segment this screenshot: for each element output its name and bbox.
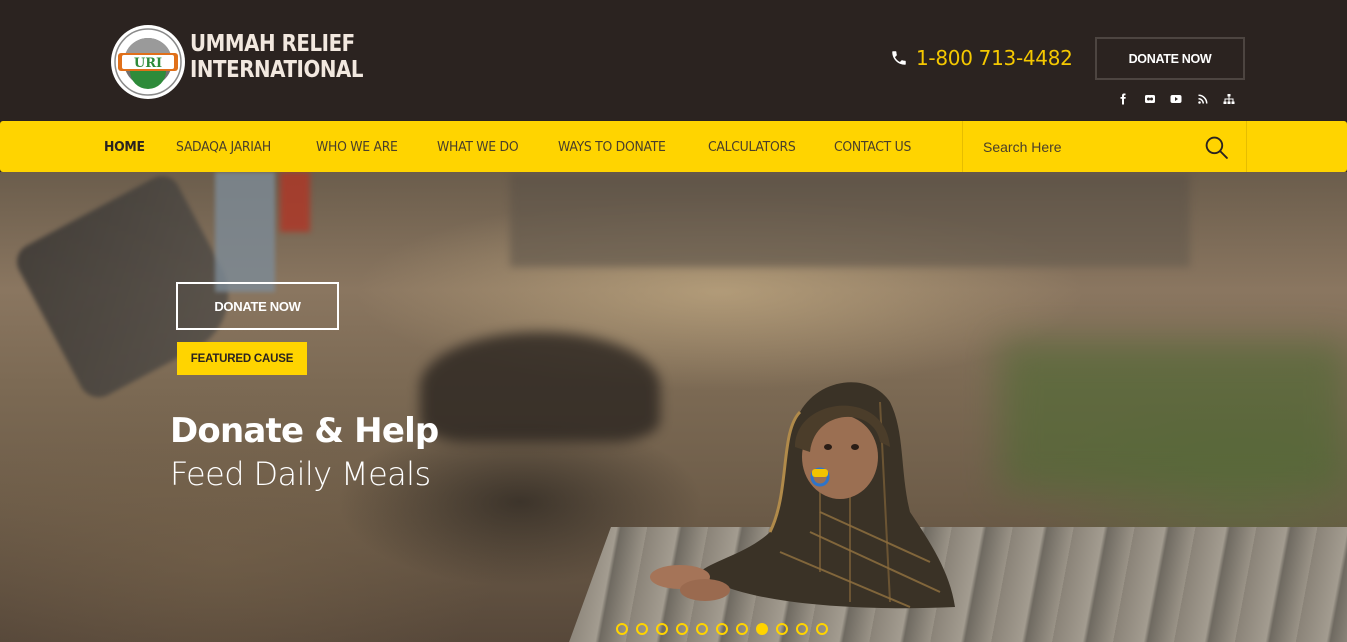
brand-name[interactable]: UMMAH RELIEF INTERNATIONAL [190,31,363,83]
flickr-icon[interactable] [1137,92,1164,106]
hero-child-image [650,382,955,609]
logo-icon[interactable]: URI [110,24,186,100]
slider-dot[interactable] [756,623,768,635]
nav-item-ways-to-donate[interactable]: WAYS TO DONATE [558,121,666,172]
nav-item-home[interactable]: HOME [104,121,145,172]
search-box [962,121,1247,172]
hero-background-person [215,172,275,292]
slider-dot[interactable] [716,623,728,635]
nav-item-sadaqa-jariah[interactable]: SADAQA JARIAH [176,121,271,172]
site-header: URI UMMAH RELIEF INTERNATIONAL 1-800 713… [0,0,1347,121]
sitemap-icon[interactable] [1216,92,1243,106]
nav-item-who-we-are[interactable]: WHO WE ARE [316,121,398,172]
phone-icon [892,51,906,65]
hero-slider: DONATE NOW FEATURED CAUSE Donate & Help … [0,172,1347,642]
main-nav: HOME SADAQA JARIAH WHO WE ARE WHAT WE DO… [0,121,1347,172]
nav-item-contact-us[interactable]: CONTACT US [834,121,911,172]
nav-item-calculators[interactable]: CALCULATORS [708,121,796,172]
donate-now-button-header[interactable]: DONATE NOW [1095,37,1245,80]
hero-title: Donate & Help [170,411,439,451]
slider-dot[interactable] [816,623,828,635]
rss-icon[interactable] [1190,92,1217,106]
svg-text:URI: URI [134,56,162,71]
donate-now-button-hero[interactable]: DONATE NOW [176,282,339,330]
hero-background-wall [510,172,1190,267]
slider-dot[interactable] [696,623,708,635]
nav-item-what-we-do[interactable]: WHAT WE DO [437,121,519,172]
hero-background-cloth [280,172,310,232]
hero-subtitle: Feed Daily Meals [170,455,431,493]
facebook-icon[interactable] [1110,92,1137,106]
phone-contact[interactable]: 1-800 713-4482 [890,46,1073,70]
search-input[interactable] [983,135,1183,159]
search-icon[interactable] [1204,135,1229,160]
slider-dot[interactable] [636,623,648,635]
brand-line-2: INTERNATIONAL [190,57,364,83]
slider-dot[interactable] [776,623,788,635]
phone-number[interactable]: 1-800 713-4482 [916,46,1073,70]
featured-cause-badge: FEATURED CAUSE [177,342,307,375]
slider-dot[interactable] [676,623,688,635]
slider-pagination [616,623,828,635]
slider-dot[interactable] [736,623,748,635]
hero-background-grass [1000,342,1347,492]
social-links [1110,92,1243,106]
slider-dot[interactable] [616,623,628,635]
brand-line-1: UMMAH RELIEF [190,31,355,57]
slider-dot[interactable] [796,623,808,635]
hero-background-culvert [420,332,660,442]
slider-dot[interactable] [656,623,668,635]
youtube-icon[interactable] [1163,92,1190,106]
